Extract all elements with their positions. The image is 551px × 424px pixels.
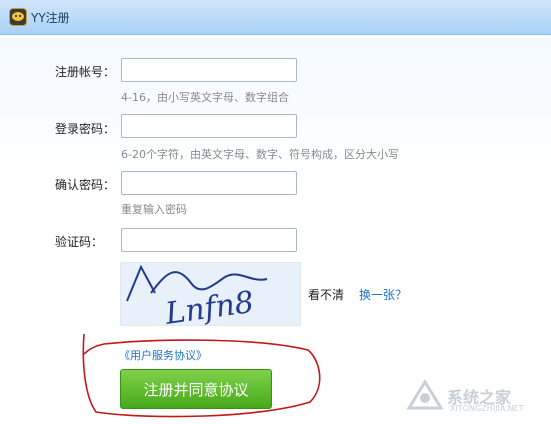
password-input[interactable] xyxy=(121,114,297,138)
confirm-password-hint: 重复输入密码 xyxy=(121,203,187,216)
window-title: YY注册 xyxy=(31,11,70,25)
user-agreement-link[interactable]: 《用户服务协议》 xyxy=(119,347,207,363)
password-label: 登录密码： xyxy=(55,122,116,136)
register-agree-button[interactable]: 注册并同意协议 xyxy=(120,369,272,409)
captcha-image-text: Lnfn8 xyxy=(162,285,256,325)
captcha-refresh-link[interactable]: 换一张？ xyxy=(359,286,407,303)
captcha-label: 验证码： xyxy=(55,235,104,249)
yy-logo-icon xyxy=(9,8,27,26)
captcha-image[interactable]: Lnfn8 xyxy=(120,262,301,332)
account-input[interactable] xyxy=(121,58,297,82)
watermark-logo-icon xyxy=(406,379,444,410)
account-hint: 4-16，由小写英文字母、数字组合 xyxy=(121,91,289,104)
watermark-url: XITONGZHIJIA.NET xyxy=(450,404,524,413)
captcha-input[interactable] xyxy=(121,228,297,252)
window-titlebar: YY注册 xyxy=(0,0,551,35)
confirm-password-input[interactable] xyxy=(121,171,297,195)
captcha-drawing: Lnfn8 xyxy=(126,264,268,332)
password-hint: 6-20个字符，由英文字母、数字、符号构成，区分大小写 xyxy=(121,148,399,161)
captcha-unclear-label: 看不清 xyxy=(308,288,345,302)
confirm-password-label: 确认密码： xyxy=(55,178,116,192)
account-label: 注册帐号： xyxy=(55,65,116,79)
